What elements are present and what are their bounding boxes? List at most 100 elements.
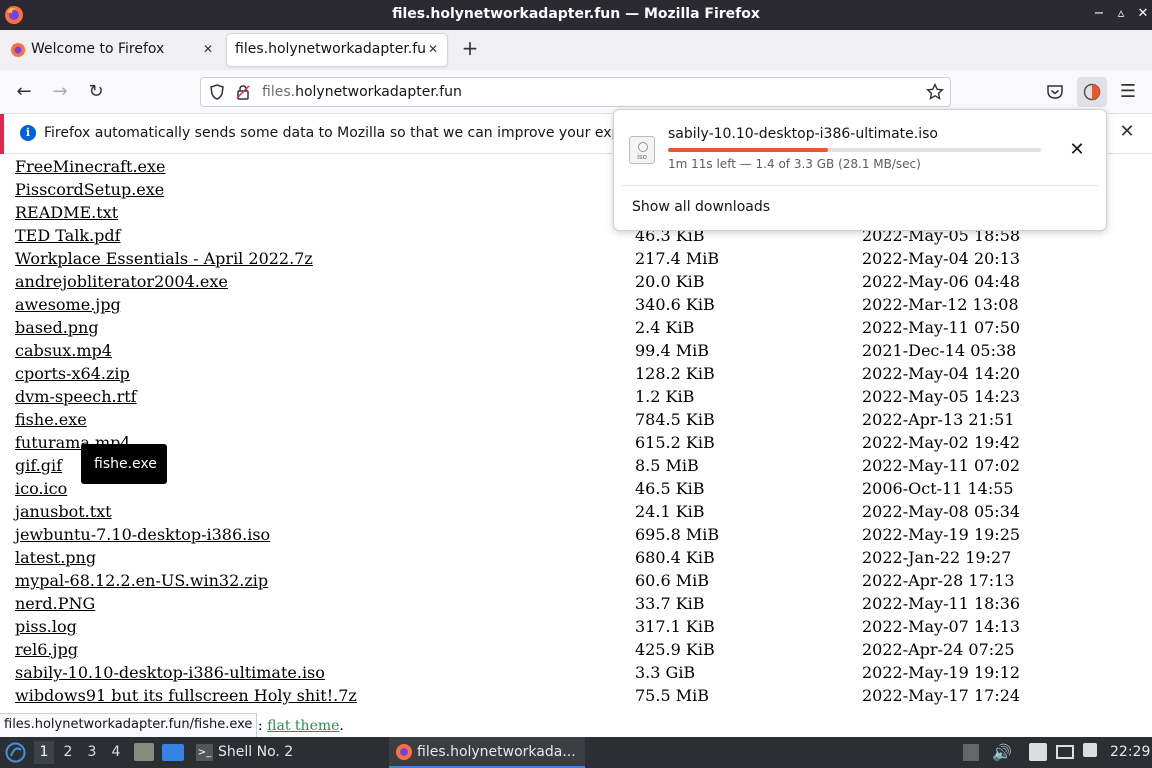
forward-button[interactable]: → (48, 80, 72, 104)
close-notification-icon[interactable]: ✕ (1118, 123, 1136, 141)
download-filename[interactable]: sabily-10.10-desktop-i386-ultimate.iso (668, 126, 938, 142)
file-row: piss.log 317.1 KiB 2022-May-07 14:13 (0, 615, 1152, 638)
workspace-4[interactable]: 4 (106, 741, 126, 764)
file-date: 2022-Jan-22 19:27 (862, 548, 1012, 567)
minimize-button[interactable]: − (1091, 6, 1107, 21)
file-link[interactable]: fishe.exe (15, 410, 87, 429)
file-size: 217.4 MiB (635, 249, 720, 268)
new-tab-button[interactable]: + (458, 36, 482, 60)
volume-icon[interactable]: 🔊 (992, 743, 1012, 762)
notifications-icon[interactable] (1083, 743, 1097, 757)
clipboard-icon[interactable] (1029, 743, 1047, 761)
back-button[interactable]: ← (12, 80, 36, 104)
file-date: 2022-May-11 07:50 (862, 318, 1021, 337)
file-link[interactable]: nerd.PNG (15, 594, 95, 613)
file-link[interactable]: gif.gif (15, 456, 62, 475)
firefox-task[interactable]: files.holynetworkada... (389, 737, 585, 768)
file-link[interactable]: latest.png (15, 548, 96, 567)
downloads-button[interactable] (1077, 77, 1107, 107)
file-link[interactable]: andrejobliterator2004.exe (15, 272, 228, 291)
link-tooltip: fishe.exe (81, 444, 167, 484)
file-size: 46.5 KiB (635, 479, 705, 498)
tray-app-icon[interactable] (963, 744, 979, 761)
bookmark-star-icon[interactable] (926, 83, 944, 101)
file-size: 317.1 KiB (635, 617, 715, 636)
file-date: 2022-May-04 14:20 (862, 364, 1021, 383)
iso-file-icon: iso (629, 136, 655, 164)
file-date: 2022-May-11 18:36 (862, 594, 1021, 613)
shield-icon[interactable] (209, 84, 225, 100)
tab-files[interactable]: files.holynetworkadapter.fun ✕ (227, 34, 447, 66)
shell-task[interactable]: >_ Shell No. 2 (192, 737, 297, 768)
menu-hamburger-icon[interactable]: ☰ (1116, 80, 1140, 104)
taskbar: 1234 >_ Shell No. 2 files.holynetworkada… (0, 737, 1152, 768)
navigation-toolbar: ← → ↻ files.holynetworkadapter.fun ☰ (0, 70, 1152, 114)
file-link[interactable]: dvm-speech.rtf (15, 387, 137, 406)
file-link[interactable]: cports-x64.zip (15, 364, 130, 383)
file-link[interactable]: PisscordSetup.exe (15, 180, 164, 199)
file-link[interactable]: mypal-68.12.2.en-US.win32.zip (15, 571, 268, 590)
file-link[interactable]: ico.ico (15, 479, 67, 498)
workspace-3[interactable]: 3 (82, 741, 102, 764)
pocket-icon[interactable] (1046, 83, 1064, 101)
network-icon[interactable] (1056, 745, 1074, 759)
file-date: 2021-Dec-14 05:38 (862, 341, 1017, 360)
file-link[interactable]: wibdows91 but its fullscreen Holy shit!.… (15, 686, 357, 705)
file-row: jewbuntu-7.10-desktop-i386.iso 695.8 MiB 2… (0, 523, 1152, 546)
file-row: mypal-68.12.2.en-US.win32.zip 60.6 MiB 202… (0, 569, 1152, 592)
workspace-2[interactable]: 2 (58, 741, 78, 764)
file-size: 33.7 KiB (635, 594, 705, 613)
show-all-downloads-button[interactable]: Show all downloads (632, 199, 770, 215)
file-row: futurama.mp4 615.2 KiB 2022-May-02 19:42 (0, 431, 1152, 454)
url-text[interactable]: files.holynetworkadapter.fun (262, 84, 462, 100)
file-link[interactable]: awesome.jpg (15, 295, 121, 314)
file-link[interactable]: based.png (15, 318, 99, 337)
download-progress-icon (1083, 83, 1101, 101)
file-link[interactable]: FreeMinecraft.exe (15, 157, 166, 176)
file-size: 2.4 KiB (635, 318, 695, 337)
firefox-task-icon (396, 744, 412, 760)
file-row: latest.png 680.4 KiB 2022-Jan-22 19:27 (0, 546, 1152, 569)
file-date: 2022-May-19 19:12 (862, 663, 1021, 682)
file-row: gif.gif 8.5 MiB 2022-May-11 07:02 (0, 454, 1152, 477)
tab-strip: Welcome to Firefox ✕ files.holynetworkad… (0, 30, 1152, 70)
file-date: 2022-Apr-28 17:13 (862, 571, 1015, 590)
start-menu-icon[interactable] (5, 742, 26, 763)
close-tab-icon[interactable]: ✕ (425, 41, 441, 57)
file-row: cports-x64.zip 128.2 KiB 2022-May-04 14:20 (0, 362, 1152, 385)
reload-button[interactable]: ↻ (84, 80, 108, 104)
file-link[interactable]: piss.log (15, 617, 77, 636)
footer-note: : flat theme. (258, 718, 344, 734)
tab-welcome[interactable]: Welcome to Firefox ✕ (4, 34, 222, 66)
file-link[interactable]: jewbuntu-7.10-desktop-i386.iso (15, 525, 270, 544)
file-row: ico.ico 46.5 KiB 2006-Oct-11 14:55 (0, 477, 1152, 500)
file-size: 128.2 KiB (635, 364, 715, 383)
notification-message: Firefox automatically sends some data to… (44, 125, 677, 141)
file-manager-icon[interactable] (134, 743, 154, 761)
file-size: 784.5 KiB (635, 410, 715, 429)
window-title: files.holynetworkadapter.fun — Mozilla F… (392, 6, 760, 22)
file-link[interactable]: TED Talk.pdf (15, 226, 121, 245)
close-window-button[interactable]: ✕ (1135, 6, 1151, 21)
flat-theme-link[interactable]: flat theme (267, 718, 339, 734)
cancel-download-button[interactable]: ✕ (1065, 138, 1089, 162)
file-link[interactable]: cabsux.mp4 (15, 341, 112, 360)
tab-label: Welcome to Firefox (31, 41, 165, 57)
file-link[interactable]: README.txt (15, 203, 118, 222)
file-row: fishe.exe 784.5 KiB 2022-Apr-13 21:51 (0, 408, 1152, 431)
clock[interactable]: 22:29 (1110, 737, 1150, 768)
file-link[interactable]: sabily-10.10-desktop-i386-ultimate.iso (15, 663, 325, 682)
file-link[interactable]: Workplace Essentials - April 2022.7z (15, 249, 313, 268)
close-tab-icon[interactable]: ✕ (200, 41, 216, 57)
maximize-button[interactable]: ▵ (1113, 6, 1129, 21)
url-bar[interactable]: files.holynetworkadapter.fun (200, 77, 951, 107)
download-progress-bar (668, 148, 1041, 152)
insecure-lock-icon[interactable] (235, 84, 251, 100)
tab-label: files.holynetworkadapter.fun (235, 41, 425, 57)
desktop-icon[interactable] (162, 744, 184, 761)
file-link[interactable]: rel6.jpg (15, 640, 78, 659)
file-listing: FreeMinecraft.exe PisscordSetup.exe README… (0, 155, 1152, 735)
file-link[interactable]: janusbot.txt (15, 502, 112, 521)
workspace-1[interactable]: 1 (34, 741, 54, 764)
file-row: sabily-10.10-desktop-i386-ultimate.iso 3.… (0, 661, 1152, 684)
